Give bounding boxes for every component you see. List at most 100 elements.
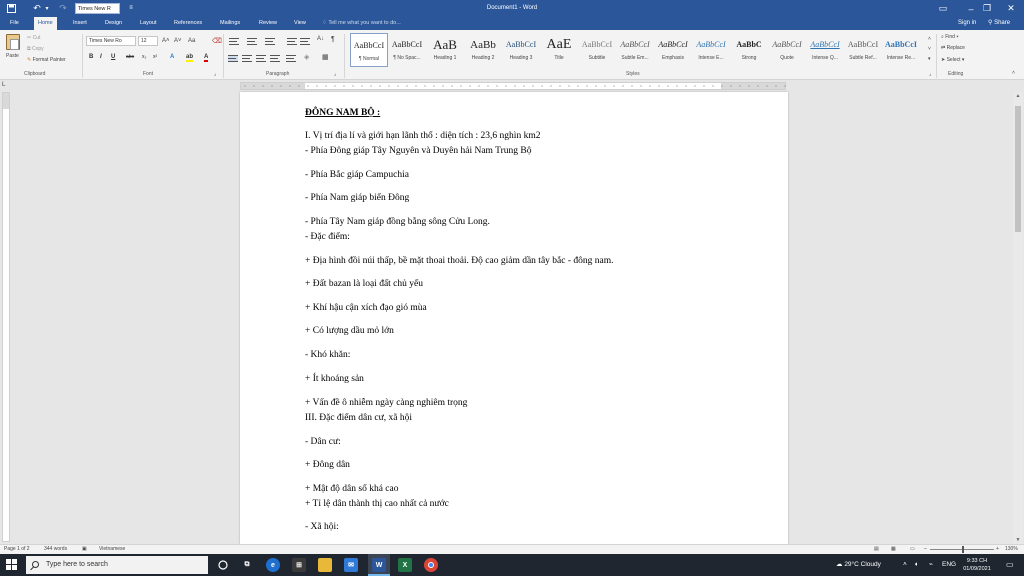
style-intense-quote[interactable]: AaBbCcI Intense Q... bbox=[806, 33, 844, 67]
mail-icon[interactable]: ✉ bbox=[344, 558, 358, 572]
volume-icon[interactable]: 🔈︎ bbox=[915, 554, 919, 576]
word-icon[interactable]: W bbox=[372, 558, 386, 572]
taskbar-clock[interactable]: 9:33 CH 01/09/2021 bbox=[955, 557, 999, 573]
style-heading-1[interactable]: AaB Heading 1 bbox=[426, 33, 464, 67]
style-heading-3[interactable]: AaBbCcI Heading 3 bbox=[502, 33, 540, 67]
font-size-box[interactable]: 12 bbox=[138, 36, 158, 46]
proofing-icon[interactable]: ▣ bbox=[82, 546, 87, 552]
subscript-button[interactable]: x₂ bbox=[142, 54, 146, 60]
style-subtle-emphasis[interactable]: AaBbCcI Subtle Em... bbox=[616, 33, 654, 67]
styles-more-icon[interactable]: ▾ bbox=[928, 56, 931, 62]
cut-button[interactable]: ✂ Cut bbox=[27, 35, 40, 41]
line-spacing-icon[interactable] bbox=[286, 55, 296, 62]
text-effects-icon[interactable]: A bbox=[170, 54, 174, 60]
styles-dialog-launcher-icon[interactable]: ⌟ bbox=[929, 71, 931, 77]
style-emphasis[interactable]: AaBbCcI Emphasis bbox=[654, 33, 692, 67]
document-page[interactable]: ĐÔNG NAM BỘ : I. Vị trí địa lí và giới h… bbox=[240, 92, 788, 544]
paragraph-dialog-launcher-icon[interactable]: ⌟ bbox=[334, 71, 336, 77]
web-layout-icon[interactable]: ▭ bbox=[910, 546, 915, 552]
zoom-slider-knob[interactable] bbox=[962, 546, 964, 553]
style-no-spacing[interactable]: AaBbCcI ¶ No Spac... bbox=[388, 33, 426, 67]
tab-view[interactable]: View bbox=[290, 17, 310, 30]
align-center-icon[interactable] bbox=[242, 55, 252, 62]
style-quote[interactable]: AaBbCcI Quote bbox=[768, 33, 806, 67]
store-icon[interactable]: ⊞ bbox=[292, 558, 306, 572]
styles-scroll-down-icon[interactable]: ˅ bbox=[928, 46, 931, 52]
notifications-icon[interactable]: ▭ bbox=[1006, 554, 1014, 576]
style-normal[interactable]: AaBbCcI ¶ Normal bbox=[350, 33, 388, 67]
tab-review[interactable]: Review bbox=[255, 17, 281, 30]
bullets-icon[interactable] bbox=[229, 38, 239, 45]
change-case-icon[interactable]: Aa bbox=[188, 38, 195, 44]
justify-icon[interactable] bbox=[270, 55, 280, 62]
file-explorer-icon[interactable] bbox=[318, 558, 332, 572]
tab-selector-icon[interactable]: L bbox=[2, 82, 5, 88]
scroll-down-icon[interactable]: ▼ bbox=[1013, 536, 1023, 544]
edge-icon[interactable]: e bbox=[266, 558, 280, 572]
tab-insert[interactable]: Insert bbox=[69, 17, 91, 30]
zoom-level[interactable]: 130% bbox=[1005, 546, 1018, 552]
style-heading-2[interactable]: AaBb Heading 2 bbox=[464, 33, 502, 67]
input-language[interactable]: ENG bbox=[942, 554, 956, 576]
tab-design[interactable]: Design bbox=[101, 17, 126, 30]
font-dialog-launcher-icon[interactable]: ⌟ bbox=[214, 71, 216, 77]
italic-button[interactable]: I bbox=[100, 54, 102, 60]
taskbar-search-box[interactable]: Type here to search bbox=[26, 556, 208, 574]
underline-button[interactable]: U bbox=[111, 54, 115, 60]
tell-me-box[interactable]: ♢ Tell me what you want to do... bbox=[322, 17, 401, 30]
bold-button[interactable]: B bbox=[89, 54, 93, 60]
excel-icon[interactable]: X bbox=[398, 558, 412, 572]
scroll-up-icon[interactable]: ▲ bbox=[1013, 92, 1023, 100]
vertical-scrollbar[interactable]: ▲ ▼ bbox=[1013, 92, 1023, 544]
sign-in-link[interactable]: Sign in bbox=[958, 17, 976, 30]
horizontal-ruler[interactable] bbox=[240, 82, 786, 90]
chrome-icon[interactable] bbox=[424, 558, 438, 572]
font-color-icon[interactable]: A bbox=[204, 54, 209, 62]
copy-button[interactable]: ⧉ Copy bbox=[27, 46, 44, 52]
grow-font-icon[interactable]: A˄ bbox=[162, 38, 170, 44]
paste-button[interactable]: Paste bbox=[6, 53, 19, 59]
font-name-box[interactable]: Times New Ro bbox=[86, 36, 136, 46]
numbering-icon[interactable] bbox=[247, 38, 257, 45]
shading-icon[interactable]: ◈ bbox=[304, 53, 309, 61]
style-intense-reference[interactable]: AaBbCcI Intense Re... bbox=[882, 33, 920, 67]
replace-button[interactable]: ⇄ Replace bbox=[941, 45, 965, 51]
style-strong[interactable]: AaBbC Strong bbox=[730, 33, 768, 67]
style-title[interactable]: AaE Title bbox=[540, 33, 578, 67]
vertical-ruler[interactable] bbox=[2, 92, 10, 542]
show-marks-icon[interactable]: ¶ bbox=[331, 36, 335, 43]
style-subtle-reference[interactable]: AaBbCcI Subtle Ref... bbox=[844, 33, 882, 67]
word-count[interactable]: 344 words bbox=[44, 546, 67, 552]
shrink-font-icon[interactable]: A˅ bbox=[174, 38, 182, 44]
ribbon-display-icon[interactable]: ▭ bbox=[930, 0, 956, 17]
style-intense-emphasis[interactable]: AaBbCcI Intense E... bbox=[692, 33, 730, 67]
share-button[interactable]: ⚲ Share bbox=[988, 17, 1010, 30]
weather-widget[interactable]: ☁ 29°C Cloudy bbox=[836, 554, 881, 576]
tab-home[interactable]: Home bbox=[34, 17, 57, 30]
clear-formatting-icon[interactable]: ⌫ bbox=[212, 37, 222, 45]
tray-chevron-icon[interactable]: ˄ bbox=[903, 554, 907, 576]
restore-icon[interactable]: ❐ bbox=[974, 0, 1000, 17]
tab-references[interactable]: References bbox=[170, 17, 206, 30]
styles-scroll-up-icon[interactable]: ˄ bbox=[928, 36, 931, 42]
read-mode-icon[interactable]: ▤ bbox=[874, 546, 879, 552]
language-indicator[interactable]: Vietnamese bbox=[99, 546, 125, 552]
windows-start-icon[interactable] bbox=[6, 559, 18, 571]
tab-mailings[interactable]: Mailings bbox=[216, 17, 244, 30]
sort-icon[interactable]: A↓ bbox=[317, 36, 324, 42]
increase-indent-icon[interactable] bbox=[300, 38, 310, 45]
print-layout-icon[interactable]: ▦ bbox=[891, 546, 896, 552]
page-count[interactable]: Page 1 of 2 bbox=[4, 546, 30, 552]
cortana-icon[interactable] bbox=[216, 558, 230, 572]
superscript-button[interactable]: x² bbox=[153, 54, 157, 60]
align-left-icon[interactable] bbox=[228, 55, 238, 62]
tab-file[interactable]: File bbox=[6, 17, 23, 30]
network-icon[interactable]: ⌁ bbox=[929, 554, 933, 576]
strikethrough-button[interactable]: abc bbox=[126, 54, 134, 60]
highlight-icon[interactable]: ab bbox=[186, 54, 194, 62]
task-view-icon[interactable]: ⧉ bbox=[240, 558, 254, 572]
format-painter-button[interactable]: ✎ Format Painter bbox=[27, 57, 66, 63]
borders-icon[interactable]: ▦ bbox=[322, 53, 329, 61]
scroll-thumb[interactable] bbox=[1015, 106, 1021, 232]
tab-layout[interactable]: Layout bbox=[136, 17, 161, 30]
